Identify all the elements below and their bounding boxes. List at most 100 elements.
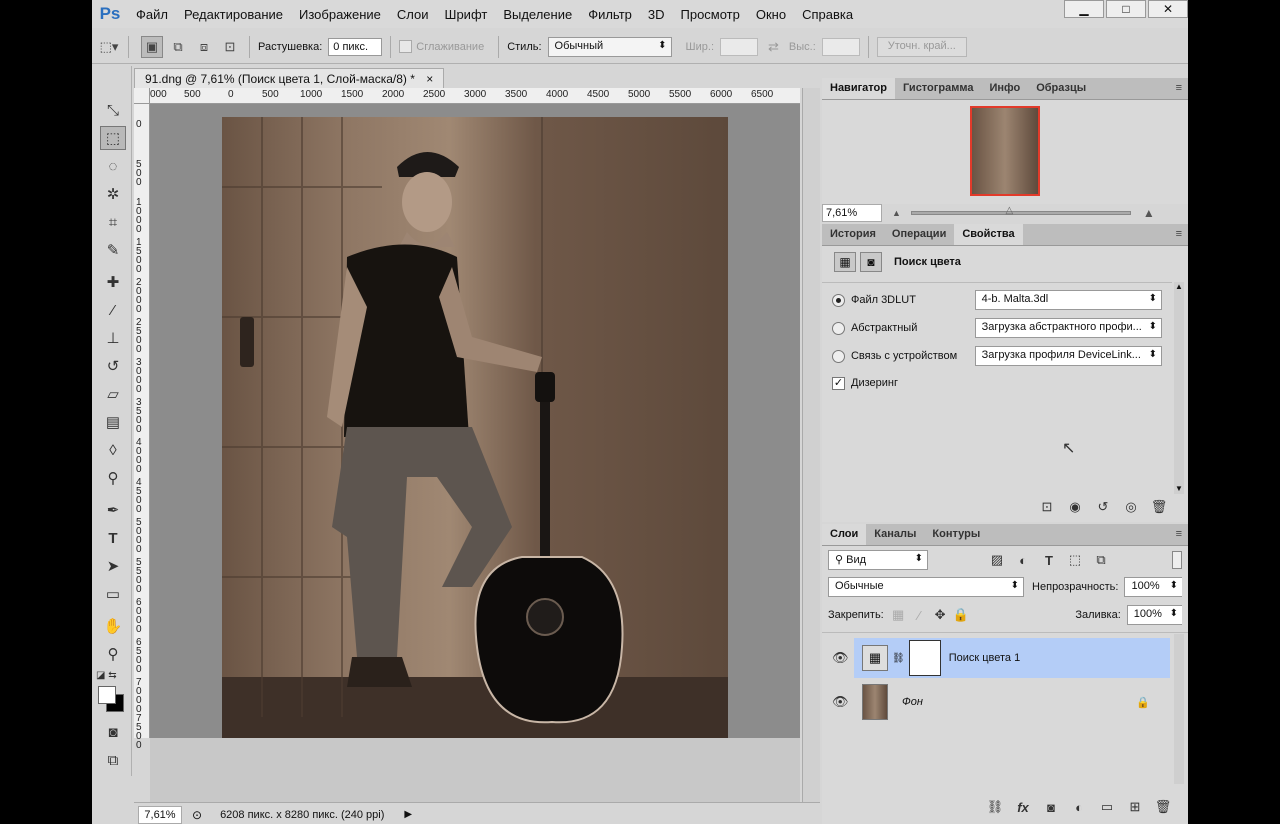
new-group-icon[interactable]: ▭ <box>1098 798 1116 816</box>
history-brush-tool-icon[interactable]: ↺ <box>100 354 126 378</box>
gradient-tool-icon[interactable]: ▤ <box>100 410 126 434</box>
move-tool-icon[interactable]: ⤡ <box>100 98 126 122</box>
status-zoom-field[interactable]: 7,61% <box>138 805 182 824</box>
ruler-corner[interactable] <box>134 88 150 104</box>
status-icon[interactable]: ⊙ <box>192 808 202 822</box>
filter-toggle[interactable] <box>1172 551 1182 569</box>
style-select[interactable]: Обычный <box>547 36 672 57</box>
layer-name[interactable]: Фон <box>902 696 923 708</box>
device-link-select[interactable]: Загрузка профиля DeviceLink... <box>974 346 1162 366</box>
vertical-ruler[interactable]: 0 500 1000 1500 2000 2500 3000 3500 4000… <box>134 104 150 751</box>
visibility-icon[interactable]: ◎ <box>1122 498 1140 516</box>
option-3dlut[interactable]: Файл 3DLUT 4-b. Malta.3dl <box>832 290 1162 310</box>
zoom-tool-icon[interactable]: ⚲ <box>100 642 126 666</box>
menu-select[interactable]: Выделение <box>495 7 580 22</box>
brush-tool-icon[interactable]: ⁄ <box>100 298 126 322</box>
menu-help[interactable]: Справка <box>794 7 861 22</box>
menu-layers[interactable]: Слои <box>389 7 437 22</box>
layer-name[interactable]: Поиск цвета 1 <box>949 652 1021 664</box>
rectangular-marquee-tool-icon[interactable]: ⬚ <box>100 126 126 150</box>
width-input[interactable] <box>720 37 759 56</box>
clip-to-layer-icon[interactable]: ⊡ <box>1038 498 1056 516</box>
default-colors-icon[interactable]: ◪ ⇆ <box>96 670 117 681</box>
lock-position-icon[interactable]: ✥ <box>932 606 949 624</box>
pen-tool-icon[interactable]: ✒ <box>100 498 126 522</box>
refine-edge-button[interactable]: Уточн. край... <box>876 36 967 57</box>
add-selection-icon[interactable]: ⧉ <box>167 36 189 58</box>
screen-mode-icon[interactable]: ⧉ <box>100 748 126 772</box>
eraser-tool-icon[interactable]: ▱ <box>100 382 126 406</box>
filter-shape-icon[interactable]: ⬚ <box>1066 551 1084 569</box>
delete-layer-icon[interactable]: 🗑 <box>1154 798 1172 816</box>
option-abstract[interactable]: Абстрактный Загрузка абстрактного профи.… <box>832 318 1162 338</box>
clone-stamp-tool-icon[interactable]: ⊥ <box>100 326 126 350</box>
radio-3dlut[interactable] <box>832 293 845 307</box>
fill-input[interactable]: 100% <box>1126 605 1183 625</box>
layer-row-background[interactable]: 👁 Фон 🔒 <box>832 682 1170 722</box>
lasso-tool-icon[interactable]: ◌ <box>100 154 126 178</box>
opacity-input[interactable]: 100% <box>1124 577 1182 597</box>
dodge-tool-icon[interactable]: ⚲ <box>100 466 126 490</box>
zoom-slider[interactable]: △ <box>910 206 1131 216</box>
close-tab-icon[interactable]: × <box>426 72 433 86</box>
layer-row-color-lookup[interactable]: 👁 ▦ ⛓ Поиск цвета 1 <box>832 638 1170 678</box>
link-layers-icon[interactable]: ⛓ <box>986 798 1004 816</box>
tab-history[interactable]: История <box>822 224 884 245</box>
menu-type[interactable]: Шрифт <box>437 7 496 22</box>
tab-swatches[interactable]: Образцы <box>1028 78 1094 99</box>
zoom-out-icon[interactable]: ▲ <box>892 208 901 218</box>
quick-mask-icon[interactable]: ◙ <box>100 720 126 744</box>
tab-layers[interactable]: Слои <box>822 524 867 545</box>
abstract-profile-select[interactable]: Загрузка абстрактного профи... <box>974 318 1162 338</box>
panel-menu-icon[interactable]: ≡ <box>1176 528 1182 540</box>
horizontal-ruler[interactable]: 000 500 0 500 1000 1500 2000 2500 3000 3… <box>150 88 800 104</box>
quick-selection-tool-icon[interactable]: ✲ <box>100 182 126 206</box>
tab-paths[interactable]: Контуры <box>924 524 988 545</box>
close-button[interactable]: ✕ <box>1148 0 1188 18</box>
dither-row[interactable]: ✓ Дизеринг <box>832 374 898 392</box>
option-device-link[interactable]: Связь с устройством Загрузка профиля Dev… <box>832 346 1162 366</box>
new-layer-icon[interactable]: ⊞ <box>1126 798 1144 816</box>
feather-input[interactable]: 0 пикс. <box>328 37 383 56</box>
blend-mode-select[interactable]: Обычные <box>828 577 1025 597</box>
view-previous-icon[interactable]: ◉ <box>1066 498 1084 516</box>
dither-checkbox[interactable]: ✓ <box>832 376 845 390</box>
path-selection-tool-icon[interactable]: ➤ <box>100 554 126 578</box>
add-mask-icon[interactable]: ◙ <box>1042 798 1060 816</box>
eyedropper-tool-icon[interactable]: ✎ <box>100 238 126 262</box>
radio-device-link[interactable] <box>832 349 845 363</box>
minimize-button[interactable]: ▁ <box>1064 0 1104 18</box>
status-arrow-icon[interactable]: ▶ <box>404 809 412 820</box>
menu-image[interactable]: Изображение <box>291 7 389 22</box>
delete-icon[interactable]: 🗑 <box>1150 498 1168 516</box>
menu-3d[interactable]: 3D <box>640 7 673 22</box>
panel-menu-icon[interactable]: ≡ <box>1176 228 1182 240</box>
tab-channels[interactable]: Каналы <box>866 524 924 545</box>
rectangle-tool-icon[interactable]: ▭ <box>100 582 126 606</box>
document-tab[interactable]: 91.dng @ 7,61% (Поиск цвета 1, Слой-маск… <box>134 68 445 88</box>
lock-transparent-icon[interactable]: ▦ <box>890 606 907 624</box>
radio-abstract[interactable] <box>832 321 845 335</box>
maximize-button[interactable]: □ <box>1106 0 1146 18</box>
intersect-selection-icon[interactable]: ⊡ <box>219 36 241 58</box>
photo-image[interactable] <box>222 117 728 739</box>
crop-tool-icon[interactable]: ⌗ <box>100 210 126 234</box>
healing-brush-tool-icon[interactable]: ✚ <box>100 270 126 294</box>
tab-actions[interactable]: Операции <box>884 224 954 245</box>
menu-edit[interactable]: Редактирование <box>176 7 291 22</box>
type-tool-icon[interactable]: T <box>100 526 126 550</box>
filter-adjustment-icon[interactable]: ◐ <box>1014 551 1032 569</box>
menu-file[interactable]: Файл <box>128 7 176 22</box>
layer-filter-select[interactable]: ⚲ Вид <box>828 550 928 570</box>
tab-info[interactable]: Инфо <box>981 78 1028 99</box>
menu-filter[interactable]: Фильтр <box>580 7 640 22</box>
subtract-selection-icon[interactable]: ⧈ <box>193 36 215 58</box>
menu-window[interactable]: Окно <box>748 7 794 22</box>
foreground-color-swatch[interactable] <box>98 686 116 704</box>
zoom-slider-thumb[interactable]: △ <box>1006 206 1016 216</box>
hand-tool-icon[interactable]: ✋ <box>100 614 126 638</box>
blur-tool-icon[interactable]: ◊ <box>100 438 126 462</box>
mask-icon[interactable]: ◙ <box>860 252 882 272</box>
layer-style-icon[interactable]: fx <box>1014 798 1032 816</box>
filter-pixel-icon[interactable]: ▨ <box>988 551 1006 569</box>
